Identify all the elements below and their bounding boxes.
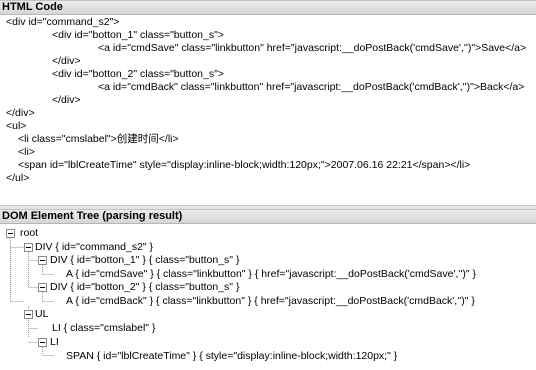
- collapse-toggle-icon[interactable]: [38, 338, 47, 347]
- code-line: <div id="botton_2" class="button_s">: [52, 68, 224, 80]
- dom-tree-view[interactable]: root DIV { id="command_s2" } DIV { id="b…: [0, 224, 536, 370]
- code-line: <li class="cmslabel">创建时间</li>: [18, 133, 179, 145]
- html-code-view[interactable]: <div id="command_s2"> <div id="botton_1"…: [0, 15, 536, 205]
- tree-node-root[interactable]: root: [20, 227, 38, 240]
- tree-node-span[interactable]: SPAN { id="lblCreateTime" } { style="dis…: [66, 350, 397, 363]
- collapse-toggle-icon[interactable]: [38, 283, 47, 292]
- tree-node-div[interactable]: DIV { id="command_s2" }: [35, 241, 153, 254]
- dom-tree-panel-title: DOM Element Tree (parsing result): [2, 210, 183, 222]
- code-line: <a id="cmdSave" class="linkbutton" href=…: [98, 42, 527, 54]
- code-line: </ul>: [6, 172, 30, 184]
- collapse-toggle-icon[interactable]: [24, 310, 33, 319]
- code-line: </div>: [6, 107, 35, 119]
- code-line: </div>: [52, 94, 81, 106]
- html-code-panel-header: HTML Code: [0, 0, 536, 15]
- code-line: <li>: [18, 146, 35, 158]
- tree-node-a[interactable]: A { id="cmdBack" } { class="linkbutton" …: [66, 295, 475, 308]
- dom-tree-panel-header: DOM Element Tree (parsing result): [0, 209, 536, 224]
- tree-node-li[interactable]: LI: [50, 336, 59, 349]
- collapse-toggle-icon[interactable]: [38, 256, 47, 265]
- collapse-toggle-icon[interactable]: [24, 243, 33, 252]
- tree-node-div[interactable]: DIV { id="botton_2" } { class="button_s"…: [50, 281, 239, 294]
- code-line: </div>: [52, 55, 81, 67]
- html-code-panel-title: HTML Code: [2, 1, 63, 13]
- code-line: <div id="command_s2">: [6, 16, 120, 28]
- code-line: <a id="cmdBack" class="linkbutton" href=…: [98, 81, 525, 93]
- collapse-toggle-icon[interactable]: [6, 229, 15, 238]
- tree-node-a[interactable]: A { id="cmdSave" } { class="linkbutton" …: [66, 268, 476, 281]
- tree-node-li[interactable]: LI { class="cmslabel" }: [52, 322, 155, 335]
- tree-node-div[interactable]: DIV { id="botton_1" } { class="button_s"…: [50, 254, 239, 267]
- code-line: <ul>: [6, 120, 27, 132]
- code-line: <div id="botton_1" class="button_s">: [52, 29, 224, 41]
- code-line: <span id="lblCreateTime" style="display:…: [18, 159, 471, 171]
- tree-node-ul[interactable]: UL: [35, 308, 48, 321]
